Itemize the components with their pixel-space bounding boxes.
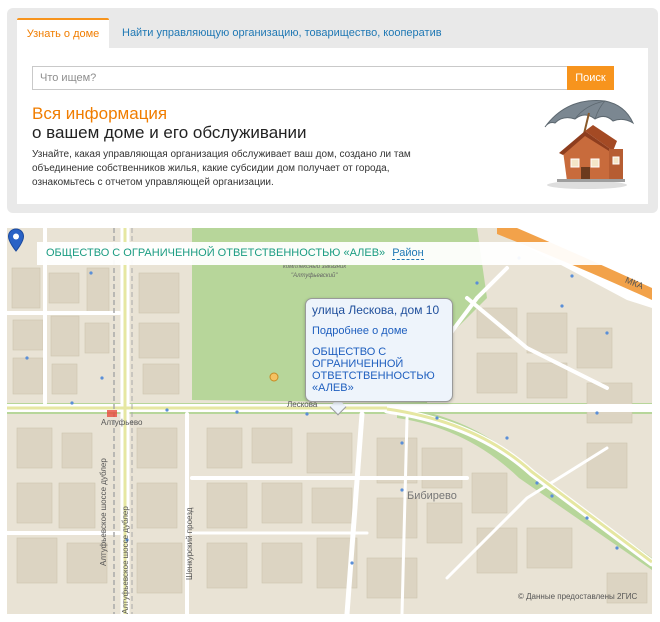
popup-address: улица Лескова, дом 10: [312, 303, 440, 317]
location-pin-icon[interactable]: [7, 228, 25, 252]
shenkursky-passage-label: Шенкурский проезд: [185, 507, 194, 580]
tab-about-house[interactable]: Узнать о доме: [17, 18, 109, 49]
info-title: Вся информация: [32, 104, 168, 123]
house-umbrella-illustration: [544, 100, 635, 189]
organization-bar: ОБЩЕСТВО С ОГРАНИЧЕННОЙ ОТВЕТСТВЕННОСТЬЮ…: [37, 242, 623, 265]
info-panel: Узнать о доме Найти управляющую организа…: [7, 8, 658, 213]
house-popup: улица Лескова, дом 10 Подробнее о доме О…: [305, 298, 453, 402]
map-credit: © Данные предоставлены 2ГИС: [518, 592, 638, 601]
altufyevo-label: Алтуфьево: [101, 418, 143, 427]
search-input[interactable]: [32, 66, 567, 90]
search-button[interactable]: Поиск: [567, 66, 614, 90]
map[interactable]: комплексный заказник "Алтуфьевский" Леск…: [7, 228, 652, 614]
district-link[interactable]: Район: [392, 247, 424, 260]
panel-body: Поиск Вся информация о вашем доме и его …: [17, 48, 648, 204]
info-subtitle: о вашем доме и его обслуживании: [32, 123, 307, 142]
tab-find-organization[interactable]: Найти управляющую организацию, товарищес…: [122, 18, 442, 48]
altufyevo-highway-doubler-label-2: Алтуфьевское шоссе дублер: [121, 506, 130, 614]
reserve-name-label: "Алтуфьевский": [291, 273, 338, 279]
info-description: Узнайте, какая управляющая организация о…: [32, 149, 411, 188]
tab-bar: Узнать о доме Найти управляющую организа…: [17, 18, 648, 49]
bibirevo-label: Бибирево: [407, 490, 457, 502]
altufyevo-highway-doubler-label: Алтуфьевское шоссе дублер: [99, 458, 108, 566]
popup-organization-link[interactable]: ОБЩЕСТВО С ОГРАНИЧЕННОЙ ОТВЕТСТВЕННОСТЬЮ…: [312, 346, 446, 394]
house-details-link[interactable]: Подробнее о доме: [312, 324, 446, 338]
organization-name: ОБЩЕСТВО С ОГРАНИЧЕННОЙ ОТВЕТСТВЕННОСТЬЮ…: [46, 247, 386, 259]
